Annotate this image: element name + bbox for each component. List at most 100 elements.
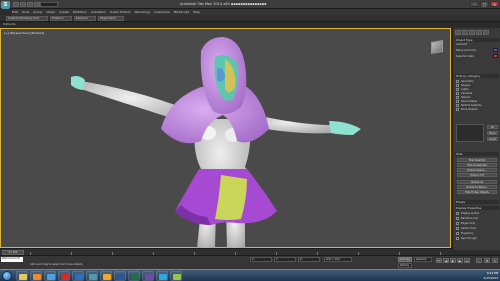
x-coordinate-field[interactable]: X: — [250, 257, 272, 262]
modify-tab-icon[interactable] — [462, 30, 468, 35]
hide-frozen-button[interactable]: Hide Frozen Objects — [457, 190, 497, 194]
command-panel-tabs — [455, 30, 499, 36]
max-app-icon — [89, 274, 97, 280]
checkbox-shapes[interactable] — [456, 84, 459, 87]
go-to-start-icon[interactable]: ⏮ — [436, 258, 442, 263]
maximize-button[interactable]: □ — [480, 1, 489, 7]
photoshop-app-button[interactable] — [72, 271, 84, 281]
excel-app-button[interactable] — [128, 271, 140, 281]
checkbox-particles[interactable] — [456, 104, 459, 107]
checkbox-trajectory[interactable] — [456, 232, 459, 235]
rollout-freeze[interactable]: Freeze — [455, 200, 499, 204]
play-icon[interactable]: ▶ — [450, 258, 456, 263]
tab-selection[interactable]: Selection — [74, 16, 96, 21]
hide-by-hit-button[interactable]: Hide by Hit — [457, 173, 497, 177]
windows-taskbar: 9:24 PM 4/15/2014 — [0, 269, 500, 281]
minimize-button[interactable]: – — [470, 1, 479, 7]
open-file-icon[interactable] — [20, 2, 26, 7]
invert-button[interactable]: Invert — [487, 137, 498, 141]
maxscript-listener-field[interactable]: Welcome to M — [1, 257, 23, 262]
motion-tab-icon[interactable] — [476, 30, 482, 35]
timeline[interactable]: 0 / 100 — [0, 248, 452, 255]
skype-app-button[interactable] — [156, 271, 168, 281]
checkbox-see-through[interactable] — [456, 237, 459, 240]
auto-key-button[interactable]: Auto Key — [398, 257, 412, 262]
hierarchy-tab-icon[interactable] — [469, 30, 475, 35]
rollout-object-type[interactable]: Object Type — [455, 38, 499, 42]
category-cameras: Cameras — [461, 92, 473, 95]
checkbox-geometry[interactable] — [456, 80, 459, 83]
hide-unselected-button[interactable]: Hide Unselected — [457, 163, 497, 167]
set-key-button[interactable]: Set Key — [398, 263, 412, 268]
checkbox-backface[interactable] — [456, 217, 459, 220]
character-model[interactable] — [1, 29, 451, 248]
category-lights: Lights — [461, 88, 469, 91]
checkbox-display-box[interactable] — [456, 212, 459, 215]
acrobat-app-button[interactable] — [58, 271, 70, 281]
system-tray-clock[interactable]: 9:24 PM 4/15/2014 — [462, 271, 498, 281]
checkbox-lights[interactable] — [456, 88, 459, 91]
checkbox-cameras[interactable] — [456, 92, 459, 95]
illustrator-app-icon — [103, 274, 111, 280]
excel-app-icon — [131, 274, 139, 280]
rollout-display-properties[interactable]: Display Properties — [455, 206, 499, 210]
chrome-app-button[interactable] — [44, 271, 56, 281]
tab-freeform[interactable]: Freeform — [50, 16, 72, 21]
name-color-label: Name and Color — [456, 49, 477, 52]
remove-button[interactable]: None — [487, 131, 498, 135]
media-player-app-button[interactable] — [30, 271, 42, 281]
previous-frame-icon[interactable]: ◀ — [443, 258, 449, 263]
new-file-icon[interactable] — [13, 2, 19, 7]
hide-by-name-button[interactable]: Hide by Name... — [457, 168, 497, 172]
rollout-hide-by-category[interactable]: Hide by Category — [455, 74, 499, 78]
word-app-button[interactable] — [114, 271, 126, 281]
object-color-swatch[interactable] — [493, 48, 498, 52]
create-tab-icon[interactable] — [455, 30, 461, 35]
close-button[interactable]: ✕ — [490, 1, 499, 7]
pan-icon[interactable]: ✥ — [484, 258, 490, 263]
selection-color-swatch[interactable] — [493, 54, 498, 58]
y-coordinate-field[interactable]: Y: — [274, 257, 296, 262]
orbit-icon[interactable]: ↻ — [492, 258, 498, 263]
start-button[interactable] — [2, 271, 12, 281]
category-bones: Bone Objects — [461, 108, 478, 111]
defaults-label: Defaults — [3, 22, 16, 26]
illustrator-app-button[interactable] — [100, 271, 112, 281]
checkbox-edges[interactable] — [456, 222, 459, 225]
key-filter-dropdown[interactable]: Selected — [414, 257, 432, 262]
unhide-all-button[interactable]: Unhide All — [457, 180, 497, 184]
add-button[interactable]: All — [487, 125, 498, 129]
rollout-hide[interactable]: Hide — [455, 152, 499, 156]
max-app-button[interactable] — [86, 271, 98, 281]
zoom-icon[interactable]: ⌕ — [476, 258, 482, 263]
explorer-app-button[interactable] — [16, 271, 28, 281]
skype-app-icon — [159, 274, 167, 280]
command-panel: Object Type AutoGrid Name and Color Sele… — [452, 28, 500, 250]
display-tab-icon[interactable] — [483, 30, 489, 35]
save-file-icon[interactable] — [27, 2, 33, 7]
z-coordinate-field[interactable]: Z: — [298, 257, 320, 262]
edges-only-label: Edges Only — [461, 222, 476, 225]
category-helpers: Helpers — [461, 96, 471, 99]
search-input[interactable] — [40, 2, 58, 7]
category-shapes: Shapes — [461, 84, 471, 87]
autogrid-label: AutoGrid — [456, 43, 468, 46]
checkbox-vertex-ticks[interactable] — [456, 227, 459, 230]
tab-graphite-modeling[interactable]: Graphite Modeling Tools — [6, 16, 48, 21]
unhide-by-name-button[interactable]: Unhide by Name... — [457, 185, 497, 189]
checkbox-helpers[interactable] — [456, 96, 459, 99]
display-as-box-label: Display as Box — [461, 212, 480, 215]
checkbox-bones[interactable] — [456, 108, 459, 111]
paint-app-button[interactable] — [170, 271, 182, 281]
category-space-warps: Space Warps — [461, 100, 478, 103]
go-to-end-icon[interactable]: ⏭ — [464, 258, 470, 263]
perspective-viewport[interactable]: [+] [Perspective] [Shaded] — [0, 28, 451, 248]
tab-object-paint[interactable]: Object Paint — [98, 16, 124, 21]
next-frame-icon[interactable]: ▶ — [457, 258, 463, 263]
premiere-app-button[interactable] — [142, 271, 154, 281]
category-list[interactable] — [456, 124, 484, 142]
word-app-icon — [117, 274, 125, 280]
app-logo-icon[interactable]: S — [1, 1, 10, 9]
hide-selected-button[interactable]: Hide Selected — [457, 158, 497, 162]
checkbox-space-warps[interactable] — [456, 100, 459, 103]
